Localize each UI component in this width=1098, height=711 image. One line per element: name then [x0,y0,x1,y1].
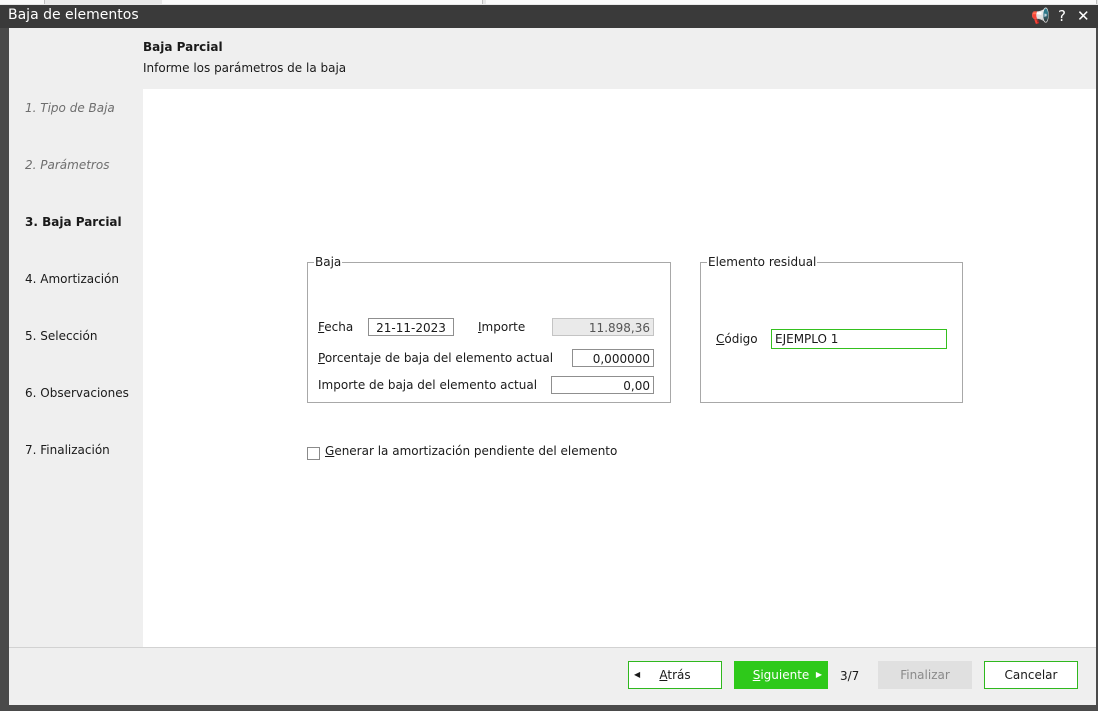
footer-divider [9,647,1096,648]
step-counter: 3/7 [840,669,860,683]
window-titlebar: Baja de elementos 📢 ? ✕ [0,5,1098,28]
window-title: Baja de elementos [8,7,139,23]
step-finalizacion[interactable]: 7. Finalización [25,443,110,457]
step-tipo-de-baja[interactable]: 1. Tipo de Baja [25,101,115,115]
step-seleccion[interactable]: 5. Selección [25,329,97,343]
megaphone-icon[interactable]: 📢 [1031,7,1050,25]
page-title: Baja Parcial [143,40,223,54]
step-amortizacion[interactable]: 4. Amortización [25,272,119,286]
porcentaje-label: Porcentaje de baja del elemento actual [318,351,554,365]
fecha-field[interactable]: 21-11-2023 [368,318,454,336]
chevron-right-icon: ▶ [815,670,822,679]
importe-field: 11.898,36 [552,318,654,336]
importe-label: Importe [478,320,526,334]
page-subtitle: Informe los parámetros de la baja [143,61,347,75]
codigo-label: Código [716,332,758,346]
back-button[interactable]: ◀ Atrás [628,661,722,689]
cancel-button[interactable]: Cancelar [984,661,1078,689]
finish-button: Finalizar [878,661,972,689]
generar-amortizacion-checkbox[interactable] [307,447,320,460]
importe-baja-field[interactable]: 0,00 [551,376,654,394]
wizard-header: Baja Parcial Informe los parámetros de l… [9,28,1096,89]
step-parametros[interactable]: 2. Parámetros [25,158,109,172]
elemento-residual-legend: Elemento residual [708,255,817,269]
wizard-window: Baja Parcial Informe los parámetros de l… [9,28,1096,705]
next-button[interactable]: Siguiente ▶ [734,661,828,689]
wizard-content: Baja Fecha 21-11-2023 Importe 11.898,36 … [143,89,1096,647]
step-observaciones[interactable]: 6. Observaciones [25,386,129,400]
generar-amortizacion-label[interactable]: Generar la amortización pendiente del el… [325,444,617,458]
wizard-steps: 1. Tipo de Baja 2. Parámetros 3. Baja Pa… [9,89,143,647]
step-baja-parcial[interactable]: 3. Baja Parcial [25,215,122,229]
baja-legend: Baja [315,255,342,269]
codigo-field[interactable]: EJEMPLO 1 [771,329,947,349]
importe-baja-label: Importe de baja del elemento actual [318,378,538,392]
chevron-left-icon: ◀ [634,670,641,679]
close-icon[interactable]: ✕ [1077,7,1090,25]
fecha-label: Fecha [318,320,354,334]
porcentaje-field[interactable]: 0,000000 [572,349,654,367]
help-icon[interactable]: ? [1058,7,1066,25]
